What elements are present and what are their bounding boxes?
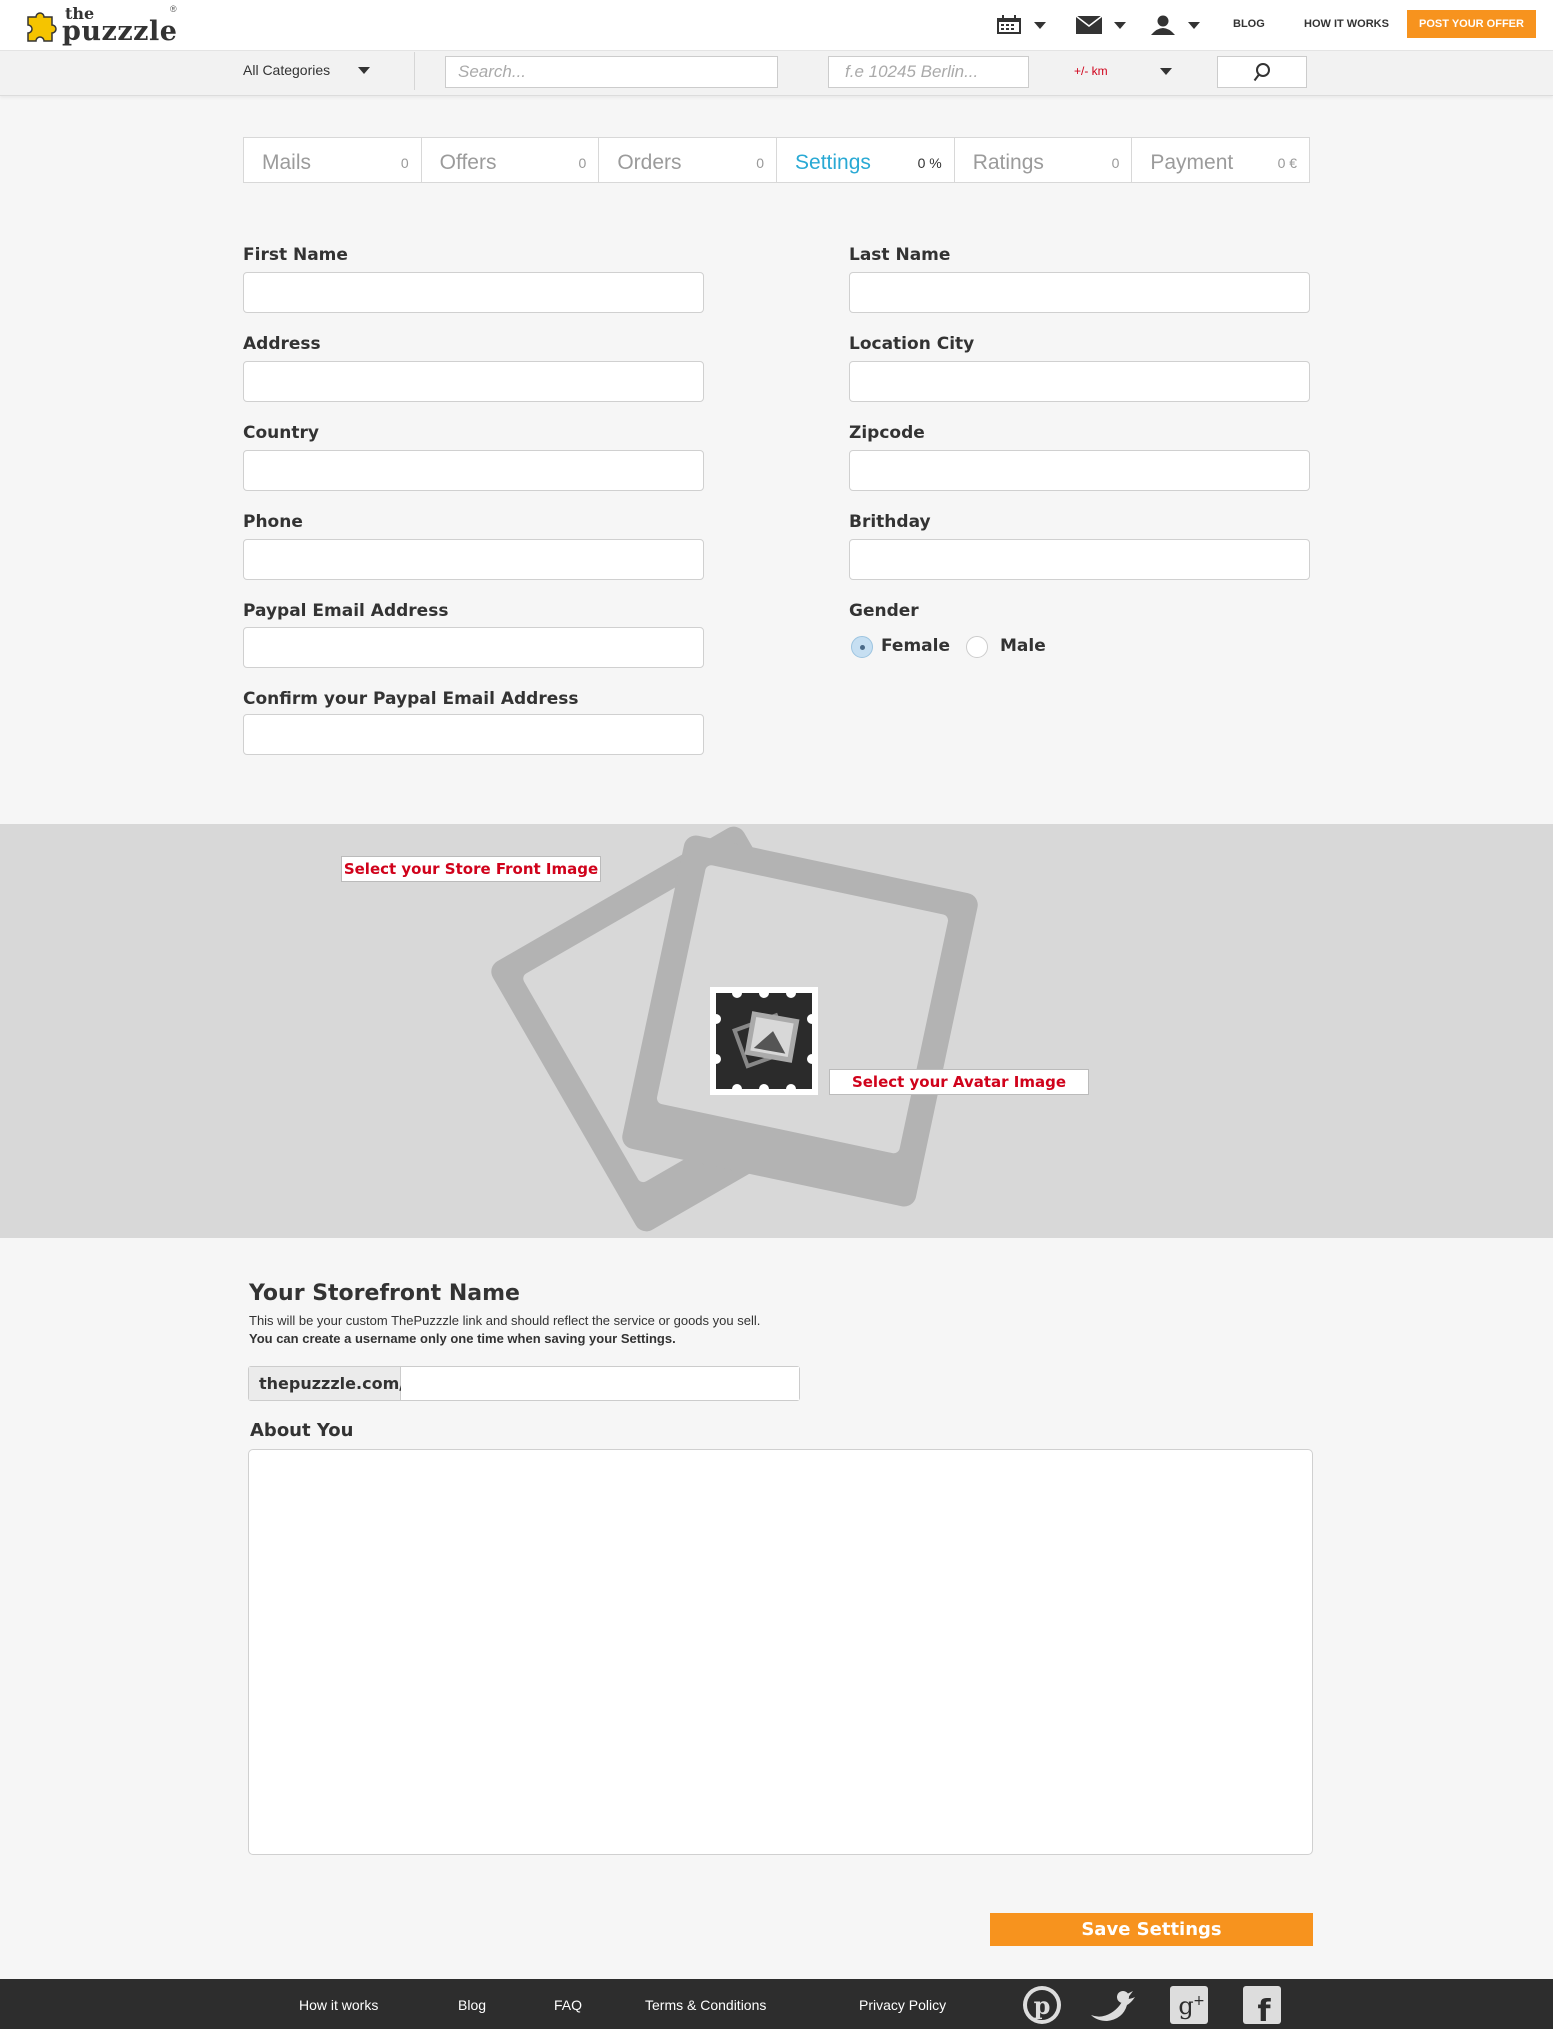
select-store-front-button[interactable]: Select your Store Front Image [341,856,601,882]
svg-text:g: g [1178,1992,1193,2020]
footer-link-how-it-works[interactable]: How it works [299,1997,378,2013]
tab-count: 0 [756,155,765,171]
address-field[interactable] [243,361,704,402]
nav-how-it-works[interactable]: HOW IT WORKS [1304,18,1389,30]
category-select[interactable]: All Categories [243,62,371,78]
calendar-menu[interactable] [996,14,1046,36]
birthday-label: Brithday [849,512,931,532]
footer: How it works Blog FAQ Terms & Conditions… [0,1979,1553,2029]
url-prefix: thepuzzzle.com/ [249,1367,405,1400]
phone-label: Phone [243,512,303,532]
tab-orders[interactable]: Orders 0 [599,138,778,182]
confirm-paypal-label: Confirm your Paypal Email Address [243,689,579,709]
last-name-label: Last Name [849,245,951,265]
footer-link-blog[interactable]: Blog [458,1997,486,2013]
address-label: Address [243,334,321,354]
first-name-label: First Name [243,245,348,265]
last-name-field[interactable] [849,272,1310,313]
tab-count: 0 € [1277,155,1298,171]
country-label: Country [243,423,319,443]
select-avatar-button[interactable]: Select your Avatar Image [829,1069,1089,1095]
storefront-url-group: thepuzzzle.com/ [248,1366,800,1401]
facebook-icon[interactable]: f [1242,1985,1282,2025]
mail-menu[interactable] [1076,14,1126,36]
twitter-icon[interactable] [1087,1985,1139,2025]
tab-settings[interactable]: Settings 0 % [777,138,955,182]
phone-field[interactable] [243,539,704,580]
search-button[interactable] [1217,56,1307,88]
pinterest-icon[interactable]: p [1022,1985,1062,2025]
tab-label: Offers [439,151,497,174]
google-plus-icon[interactable]: g + [1169,1985,1209,2025]
tab-count: 0 [578,155,587,171]
footer-link-terms[interactable]: Terms & Conditions [645,1997,766,2013]
tab-payment[interactable]: Payment 0 € [1132,138,1309,182]
country-field[interactable] [243,450,704,491]
zipcode-label: Zipcode [849,423,925,443]
paypal-email-label: Paypal Email Address [243,601,449,621]
tab-mails[interactable]: Mails 0 [244,138,422,182]
footer-link-faq[interactable]: FAQ [554,1997,582,2013]
search-icon [1253,63,1270,82]
logo[interactable]: the puzzzle ® [20,4,180,47]
svg-text:p: p [1034,1991,1051,2020]
save-settings-button[interactable]: Save Settings [990,1913,1313,1946]
logo-text-name: puzzzle [62,16,178,47]
chevron-down-icon [1034,21,1046,29]
confirm-paypal-field[interactable] [243,714,704,755]
tab-label: Settings [795,151,871,174]
location-input[interactable] [828,56,1029,88]
gender-female-radio[interactable] [851,636,873,658]
avatar-placeholder[interactable] [710,987,818,1095]
post-offer-button[interactable]: POST YOUR OFFER [1407,10,1536,38]
account-tabs: Mails 0 Offers 0 Orders 0 Settings 0 % R… [243,137,1310,183]
tab-offers[interactable]: Offers 0 [422,138,600,182]
divider [414,52,415,90]
tab-ratings[interactable]: Ratings 0 [955,138,1133,182]
location-city-field[interactable] [849,361,1310,402]
tab-label: Mails [262,151,312,174]
svg-text:+: + [1193,1993,1205,2009]
category-select-value: All Categories [243,62,331,78]
mail-icon [1076,16,1102,34]
chevron-down-icon [358,66,371,74]
nav-blog[interactable]: BLOG [1233,18,1265,30]
chevron-down-icon [1114,21,1126,29]
svg-text:f: f [1257,1994,1271,2025]
gender-male-label[interactable]: Male [1000,636,1046,656]
chevron-down-icon [1188,21,1200,29]
gender-male-radio[interactable] [966,636,988,658]
tab-count: 0 [400,155,409,171]
radius-label[interactable]: +/- km [1074,64,1108,78]
tab-label: Ratings [972,151,1044,174]
tab-count: 0 [1111,155,1120,171]
tab-label: Orders [617,151,682,174]
footer-link-privacy[interactable]: Privacy Policy [859,1997,946,2013]
about-you-textarea[interactable] [248,1449,1313,1855]
storefront-title: Your Storefront Name [249,1281,520,1306]
birthday-field[interactable] [849,539,1310,580]
gender-label: Gender [849,601,919,621]
tab-label: Payment [1150,151,1234,174]
avatar-puzzle-icon [712,989,816,1093]
about-you-label: About You [250,1420,354,1441]
zipcode-field[interactable] [849,450,1310,491]
search-input[interactable] [445,56,778,88]
chevron-down-icon[interactable] [1160,68,1172,75]
location-city-label: Location City [849,334,975,354]
storefront-description: This will be your custom ThePuzzzle link… [249,1313,761,1328]
tab-count: 0 % [917,155,942,171]
first-name-field[interactable] [243,272,704,313]
calendar-icon [997,15,1021,34]
user-menu[interactable] [1150,14,1200,36]
gender-female-label[interactable]: Female [881,636,950,656]
puzzle-logo-icon [27,12,57,42]
storefront-note: You can create a username only one time … [249,1331,676,1346]
registered-mark: ® [170,4,177,14]
paypal-email-field[interactable] [243,627,704,668]
storefront-name-input[interactable] [401,1367,799,1400]
top-header: the puzzzle ® BLOG HOW IT WORKS POST YOU… [0,0,1553,51]
user-icon [1151,15,1175,35]
